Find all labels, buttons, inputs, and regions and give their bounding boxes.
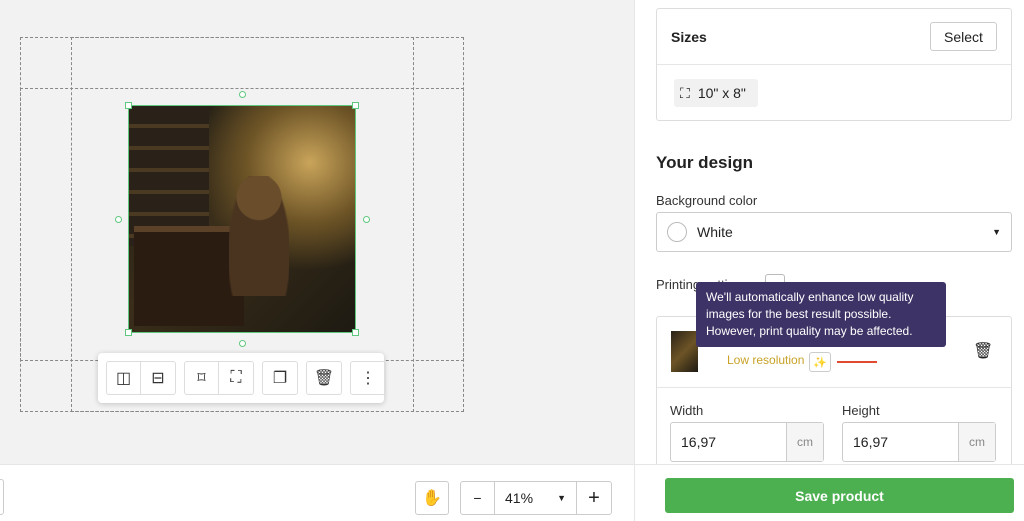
color-swatch bbox=[667, 222, 687, 242]
trash-icon[interactable]: 🗑 bbox=[307, 362, 341, 394]
image-bear bbox=[229, 176, 289, 296]
bg-color-select[interactable]: White ▼ bbox=[656, 212, 1012, 252]
image-piano bbox=[134, 226, 244, 326]
design-image[interactable] bbox=[128, 105, 356, 333]
hand-icon: ✋ bbox=[422, 490, 442, 507]
zoom-out-button[interactable]: − bbox=[461, 482, 495, 514]
more-icon[interactable]: ⋮ bbox=[351, 362, 385, 394]
height-value: 16,97 bbox=[853, 434, 889, 450]
resize-handle[interactable] bbox=[352, 329, 359, 336]
width-label: Width bbox=[670, 403, 704, 418]
settings-sidebar: Sizes Select ⛶ 10" x 8" Your design Backg… bbox=[634, 0, 1024, 521]
chevron-down-icon: ▼ bbox=[992, 227, 1001, 237]
resize-handle[interactable] bbox=[352, 102, 359, 109]
fit-icon[interactable]: ⌑ bbox=[185, 362, 219, 394]
zoom-control: − 41% ▼ + bbox=[460, 481, 612, 515]
width-input[interactable]: 16,97 cm bbox=[670, 422, 824, 462]
section-title: Your design bbox=[656, 153, 753, 172]
height-unit: cm bbox=[958, 423, 995, 461]
resize-handle[interactable] bbox=[125, 329, 132, 336]
zoom-in-button[interactable]: + bbox=[577, 482, 611, 514]
duplicate-icon[interactable]: ❐ bbox=[263, 362, 297, 394]
bottom-bar: ✋ − 41% ▼ + bbox=[0, 464, 634, 521]
size-chip[interactable]: ⛶ 10" x 8" bbox=[674, 79, 758, 107]
zoom-select[interactable]: 41% ▼ bbox=[495, 482, 577, 514]
fill-icon[interactable]: ⛶ bbox=[219, 362, 253, 394]
magic-wand-icon[interactable]: ✨ bbox=[809, 352, 831, 372]
sizes-card: Sizes Select ⛶ 10" x 8" bbox=[656, 8, 1012, 121]
zoom-value: 41% bbox=[505, 490, 534, 506]
enhance-tooltip: We'll automatically enhance low quality … bbox=[696, 282, 946, 347]
left-edge-button[interactable] bbox=[0, 479, 4, 515]
save-product-button[interactable]: Save product bbox=[665, 478, 1014, 513]
resize-handle-left[interactable] bbox=[115, 216, 122, 223]
resize-handle-bottom[interactable] bbox=[239, 340, 246, 347]
design-canvas[interactable]: ◫ ⊟ ⌑ ⛶ ❐ 🗑 ⋮ bbox=[0, 0, 634, 464]
image-toolbar: ◫ ⊟ ⌑ ⛶ ❐ 🗑 ⋮ bbox=[98, 353, 386, 403]
width-unit: cm bbox=[786, 423, 823, 461]
bg-color-value: White bbox=[697, 224, 733, 240]
hand-tool-button[interactable]: ✋ bbox=[415, 481, 449, 515]
size-value: 10" x 8" bbox=[697, 85, 746, 101]
resize-handle-top[interactable] bbox=[239, 91, 246, 98]
image-thumbnail bbox=[671, 331, 698, 372]
bg-color-label: Background color bbox=[656, 193, 758, 208]
sizes-title: Sizes bbox=[671, 29, 707, 45]
select-size-button[interactable]: Select bbox=[930, 22, 997, 51]
resize-handle[interactable] bbox=[125, 102, 132, 109]
width-value: 16,97 bbox=[681, 434, 717, 450]
image-bookshelf bbox=[129, 106, 209, 246]
flip-vertical-icon[interactable]: ⊟ bbox=[141, 362, 175, 394]
resize-handle-right[interactable] bbox=[363, 216, 370, 223]
height-label: Height bbox=[842, 403, 880, 418]
fullscreen-icon: ⛶ bbox=[680, 84, 690, 101]
trash-icon[interactable]: 🗑 bbox=[973, 341, 993, 361]
low-resolution-label: Low resolution bbox=[727, 353, 805, 367]
height-input[interactable]: 16,97 cm bbox=[842, 422, 996, 462]
red-arrow-annotation bbox=[837, 361, 877, 363]
flip-horizontal-icon[interactable]: ◫ bbox=[107, 362, 141, 394]
chevron-down-icon: ▼ bbox=[557, 493, 566, 503]
